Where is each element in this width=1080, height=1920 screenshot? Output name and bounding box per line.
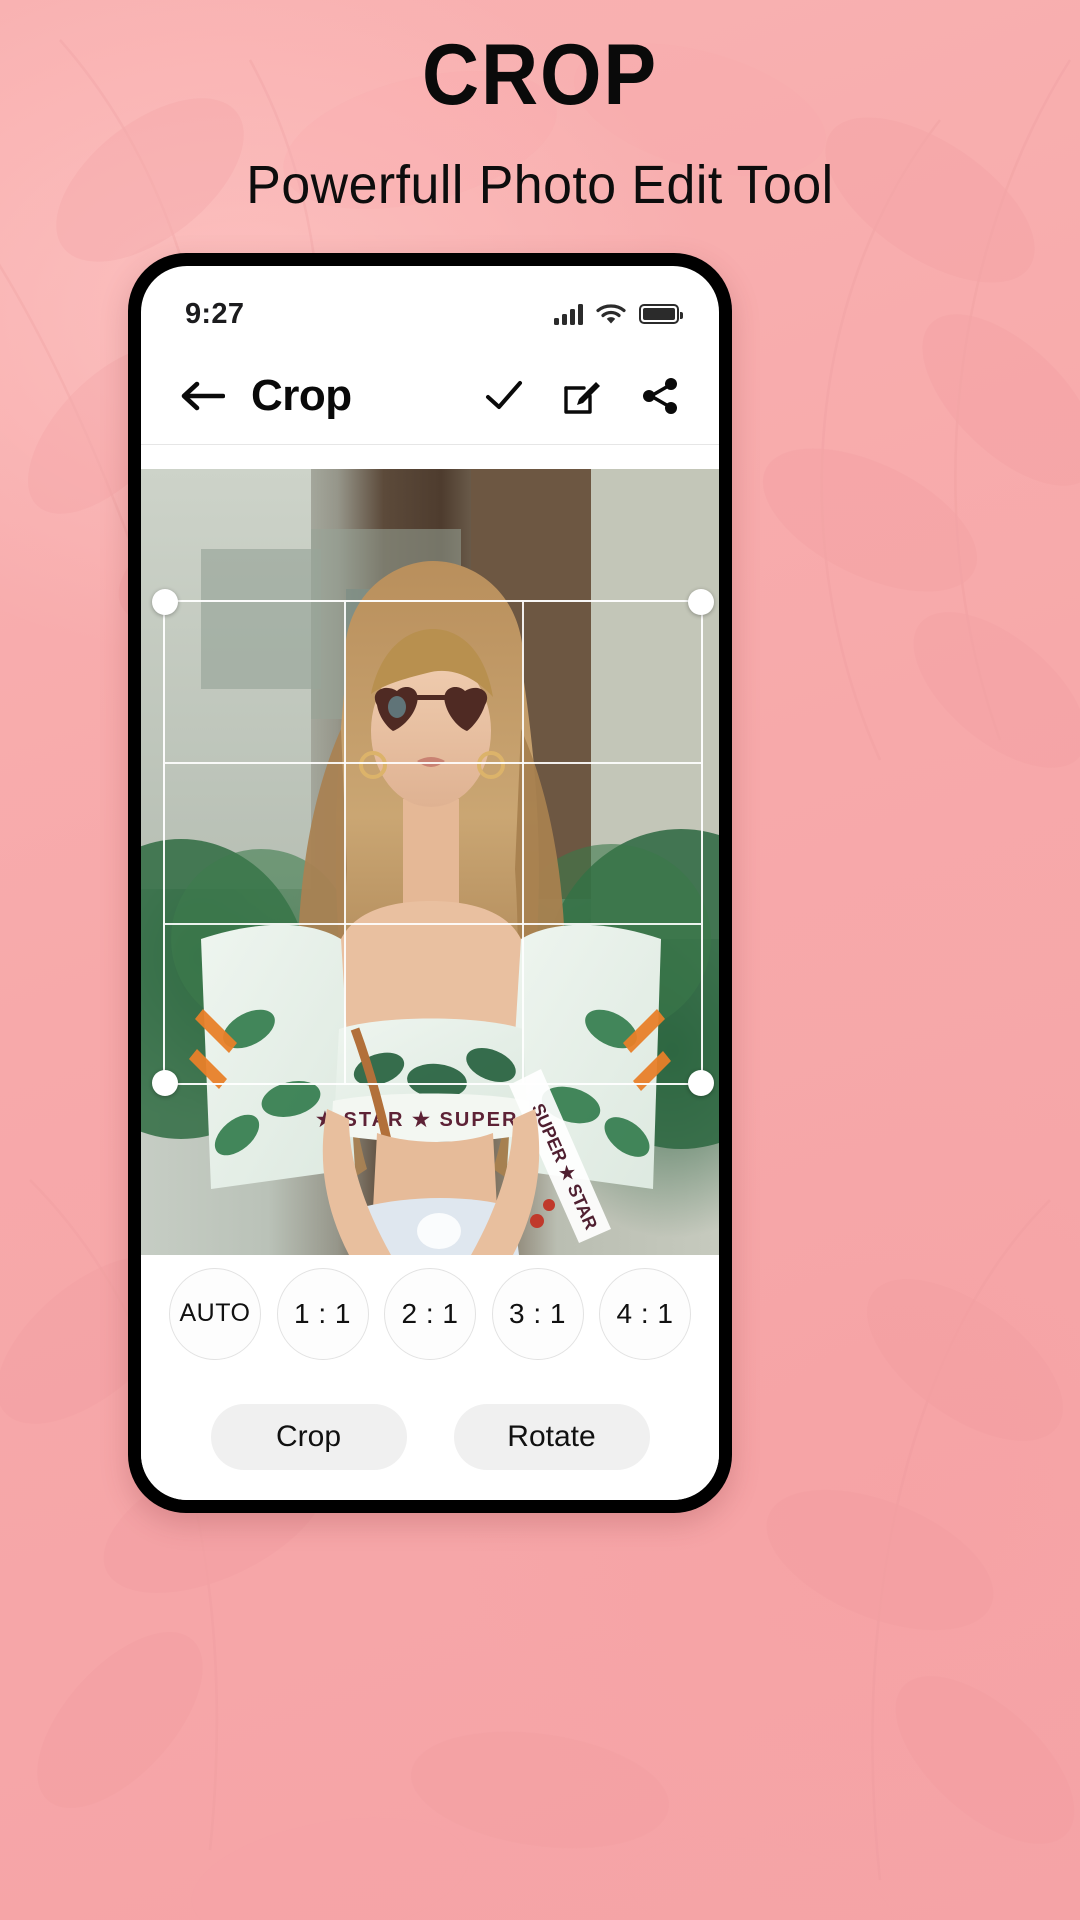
ratio-button-1-1[interactable]: 1 : 1 <box>276 1267 369 1360</box>
app-bar: Crop <box>141 348 719 444</box>
share-button[interactable] <box>635 371 685 421</box>
editor-action-row: Crop Rotate <box>163 1403 697 1470</box>
page-subtitle: Powerfull Photo Edit Tool <box>246 155 834 215</box>
arrow-left-icon <box>181 381 225 411</box>
ratio-button-4-1[interactable]: 4 : 1 <box>599 1267 691 1360</box>
phone-mockup: 9:27 Crop ★ STAR ★ SUPER ★ SUPER ★ STAR … <box>128 253 732 1513</box>
share-icon <box>643 378 677 414</box>
wifi-icon <box>596 304 626 324</box>
check-icon <box>486 381 522 409</box>
app-bar-actions <box>479 371 685 421</box>
status-bar-icons <box>554 303 683 325</box>
signal-icon <box>554 303 583 325</box>
edit-icon <box>564 382 600 414</box>
ratio-button-2-1[interactable]: 2 : 1 <box>384 1267 476 1360</box>
page-title: CROP <box>422 27 658 123</box>
ratio-button-auto[interactable]: AUTO <box>169 1267 261 1360</box>
crop-button[interactable]: Crop <box>210 1403 407 1470</box>
phone-screen: 9:27 Crop ★ STAR ★ SUPER ★ SUPER ★ STAR … <box>141 266 719 1500</box>
promo-headline: CROP Powerfull Photo Edit Tool <box>0 32 1080 216</box>
rotate-button[interactable]: Rotate <box>453 1403 650 1470</box>
apply-button[interactable] <box>479 371 529 421</box>
status-bar: 9:27 <box>141 266 719 348</box>
photo-figure: ★ STAR ★ SUPER ★ SUPER ★ STAR <box>141 469 719 1255</box>
ratio-button-3-1[interactable]: 3 : 1 <box>491 1267 584 1360</box>
crop-canvas[interactable]: ★ STAR ★ SUPER ★ SUPER ★ STAR <box>141 469 719 1255</box>
editor-controls: AUTO 1 : 1 2 : 1 3 : 1 4 : 1 Crop Rotate <box>141 1255 719 1500</box>
status-bar-clock: 9:27 <box>185 297 245 330</box>
battery-icon <box>639 304 683 324</box>
app-bar-title: Crop <box>251 371 352 420</box>
back-button[interactable] <box>171 365 233 427</box>
aspect-ratio-row: AUTO 1 : 1 2 : 1 3 : 1 4 : 1 <box>163 1267 697 1360</box>
svg-text:★ STAR ★ SUPER ★: ★ STAR ★ SUPER ★ <box>316 1109 546 1131</box>
edit-button[interactable] <box>557 371 607 421</box>
app-bar-spacer <box>141 445 719 469</box>
